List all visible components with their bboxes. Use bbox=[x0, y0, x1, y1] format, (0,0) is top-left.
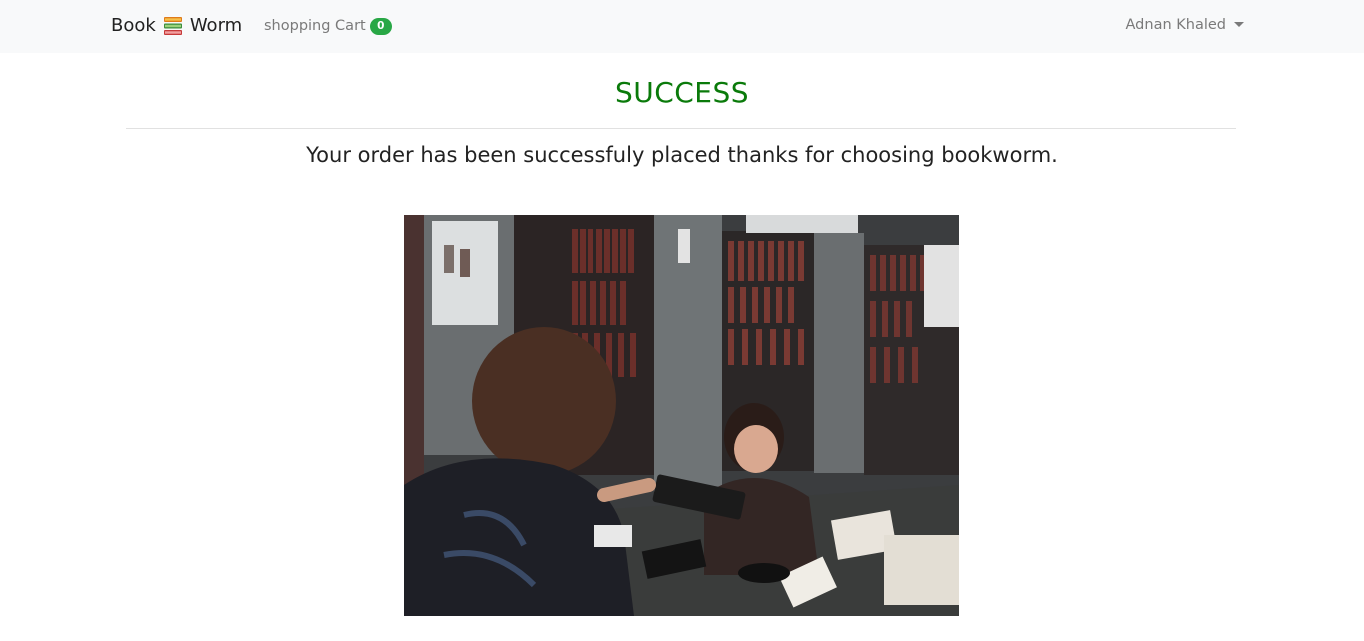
brand-text-book: Book bbox=[111, 15, 156, 36]
user-dropdown[interactable]: Adnan Khaled bbox=[1126, 15, 1244, 35]
divider bbox=[126, 128, 1236, 129]
navbar: Book Worm shopping Cart 0 Adnan Khaled bbox=[0, 0, 1364, 53]
library-photo bbox=[404, 215, 959, 616]
cart-label: shopping Cart bbox=[264, 18, 366, 34]
brand-logo[interactable]: Book Worm bbox=[111, 14, 242, 38]
success-message: Your order has been successfuly placed t… bbox=[306, 143, 1058, 167]
chevron-down-icon bbox=[1234, 21, 1244, 27]
user-name: Adnan Khaled bbox=[1125, 17, 1226, 33]
brand-text-worm: Worm bbox=[189, 15, 243, 36]
cart-count-badge: 0 bbox=[369, 17, 392, 35]
shopping-cart-link[interactable]: shopping Cart 0 bbox=[264, 16, 392, 36]
page-title: SUCCESS bbox=[614, 76, 750, 109]
books-icon bbox=[162, 15, 184, 37]
